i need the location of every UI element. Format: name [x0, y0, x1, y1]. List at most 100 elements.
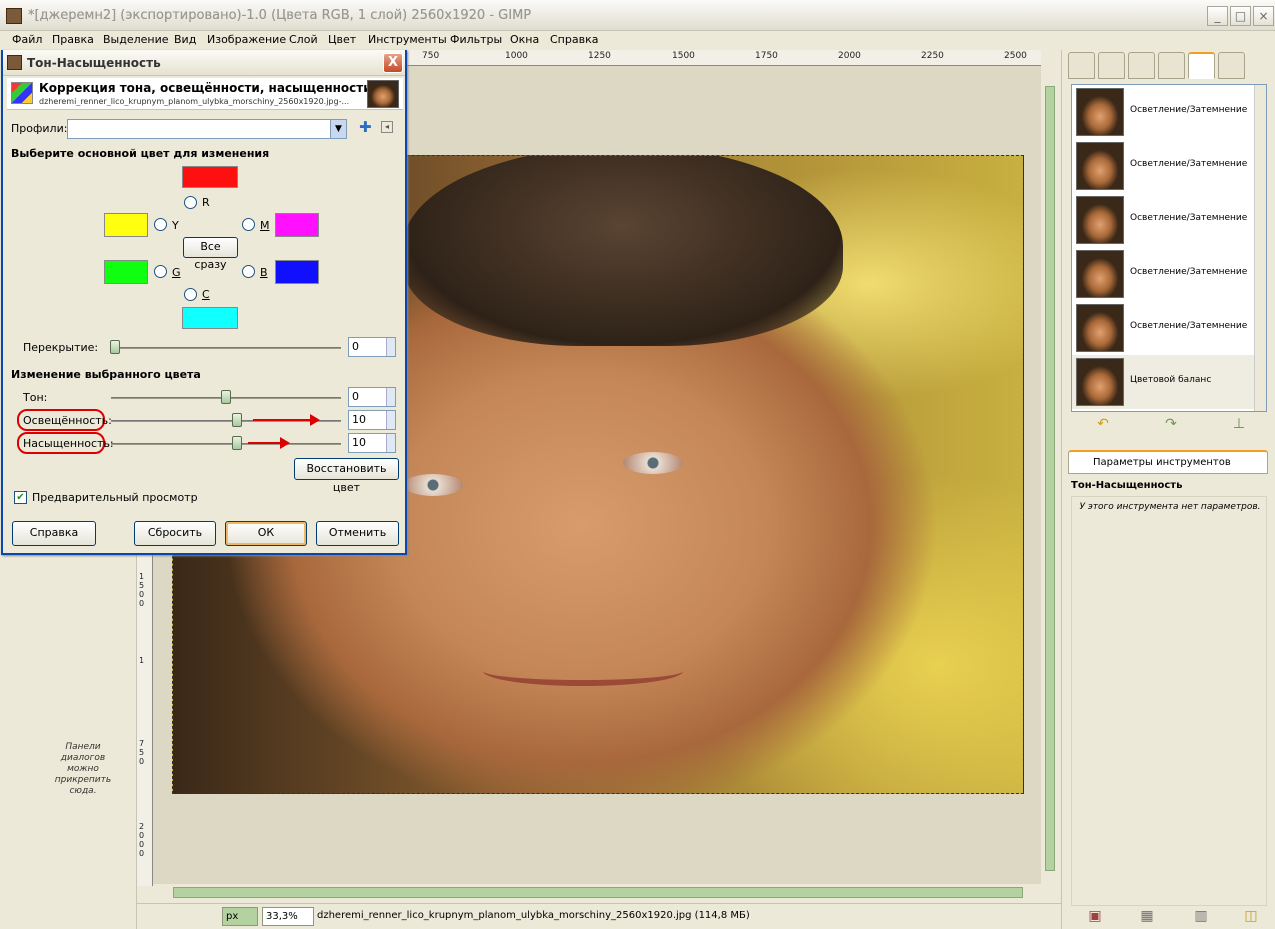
radio-magenta[interactable]	[242, 218, 255, 231]
saturation-slider[interactable]	[111, 443, 341, 445]
redo-icon[interactable]: ↷	[1161, 416, 1181, 432]
menu-help[interactable]: Справка	[550, 33, 598, 46]
history-item[interactable]: Осветление/Затемнение	[1072, 85, 1254, 139]
annotation-arrow	[248, 437, 290, 449]
history-item[interactable]: Осветление/Затемнение	[1072, 301, 1254, 355]
preview-checkbox[interactable]: ✔	[14, 491, 27, 504]
photo-left-eye	[403, 474, 463, 496]
ruler-tick-label: 1	[139, 572, 145, 581]
profiles-combo[interactable]: ▼	[67, 119, 347, 139]
zoom-field[interactable]: 33,3%	[262, 907, 314, 926]
history-item-label: Осветление/Затемнение	[1130, 159, 1248, 169]
history-thumbnail	[1076, 88, 1124, 136]
ruler-tick-label: 5	[139, 748, 145, 757]
radio-red[interactable]	[184, 196, 197, 209]
ruler-tick-label: 2	[139, 822, 145, 831]
overlap-slider-handle[interactable]	[110, 340, 120, 354]
hue-slider-handle[interactable]	[221, 390, 231, 404]
restore-options-icon[interactable]: ▦	[1137, 908, 1157, 924]
tab-layers-icon[interactable]	[1098, 52, 1125, 79]
history-list[interactable]: Осветление/Затемнение Осветление/Затемне…	[1071, 84, 1267, 412]
menu-view[interactable]: Вид	[174, 33, 196, 46]
radio-green[interactable]	[154, 265, 167, 278]
horizontal-scroll-thumb[interactable]	[173, 887, 1023, 898]
lightness-slider-handle[interactable]	[232, 413, 242, 427]
tab-history-icon[interactable]	[1188, 52, 1215, 79]
menu-layer[interactable]: Слой	[289, 33, 318, 46]
spin-arrows-icon[interactable]	[386, 388, 395, 406]
reset-button[interactable]: Сбросить	[134, 521, 216, 546]
hue-label: Тон:	[23, 391, 48, 404]
reset-options-icon[interactable]: ◫	[1241, 908, 1261, 924]
spin-arrows-icon[interactable]	[386, 434, 395, 452]
radio-cyan[interactable]	[184, 288, 197, 301]
clear-history-icon[interactable]: ⊥	[1229, 416, 1249, 432]
tool-options-tab[interactable]: Параметры инструментов	[1068, 450, 1268, 474]
lightness-label: Освещённость:	[23, 414, 112, 427]
help-button[interactable]: Справка	[12, 521, 96, 546]
saturation-spin[interactable]: 10	[348, 433, 396, 453]
history-buttons: ↶ ↷ ⊥	[1071, 416, 1267, 436]
hue-saturation-dialog: Тон-Насыщенность X Коррекция тона, освещ…	[1, 50, 407, 555]
menu-windows[interactable]: Окна	[510, 33, 539, 46]
spin-arrows-icon[interactable]	[386, 338, 395, 356]
radio-blue[interactable]	[242, 265, 255, 278]
menu-color[interactable]: Цвет	[328, 33, 356, 46]
close-window-button[interactable]: ×	[1253, 6, 1274, 26]
history-item[interactable]: Осветление/Затемнение	[1072, 193, 1254, 247]
photo-hair	[403, 156, 843, 346]
overlap-slider[interactable]	[111, 347, 341, 349]
overlap-spin[interactable]: 0	[348, 337, 396, 357]
saturation-label: Насыщенность:	[23, 437, 114, 450]
horizontal-scrollbar[interactable]	[153, 884, 1041, 901]
maximize-button[interactable]: □	[1230, 6, 1251, 26]
menu-edit[interactable]: Правка	[52, 33, 94, 46]
history-scrollbar[interactable]	[1254, 85, 1266, 411]
tab-paths-icon[interactable]	[1128, 52, 1155, 79]
menu-tools[interactable]: Инструменты	[368, 33, 447, 46]
spin-arrows-icon[interactable]	[386, 411, 395, 429]
vertical-scrollbar[interactable]	[1041, 66, 1059, 886]
ruler-tick-label: 1000	[505, 51, 528, 61]
radio-yellow[interactable]	[154, 218, 167, 231]
delete-options-icon[interactable]: ▥	[1191, 908, 1211, 924]
ruler-tick-label: 1250	[588, 51, 611, 61]
tab-brushes-icon[interactable]	[1218, 52, 1245, 79]
unit-selector[interactable]: px	[222, 907, 258, 926]
lightness-spin[interactable]: 10	[348, 410, 396, 430]
dialog-titlebar[interactable]: Тон-Насыщенность X	[3, 50, 405, 76]
hue-spin[interactable]: 0	[348, 387, 396, 407]
history-thumbnail	[1076, 250, 1124, 298]
select-color-heading: Выберите основной цвет для изменения	[11, 147, 270, 160]
ok-button[interactable]: ОК	[225, 521, 307, 546]
save-options-icon[interactable]: ▣	[1085, 908, 1105, 924]
menu-image[interactable]: Изображение	[207, 33, 286, 46]
history-item[interactable]: Осветление/Затемнение	[1072, 139, 1254, 193]
saturation-slider-handle[interactable]	[232, 436, 242, 450]
chevron-down-icon[interactable]: ▼	[330, 120, 346, 138]
swatch-magenta	[275, 213, 319, 237]
profile-menu-icon[interactable]: ◂	[381, 121, 393, 133]
tab-channels-icon[interactable]	[1158, 52, 1185, 79]
history-item-selected[interactable]: Цветовой баланс	[1072, 355, 1254, 409]
tool-options-panel: У этого инструмента нет параметров.	[1071, 496, 1267, 906]
vertical-scroll-thumb[interactable]	[1045, 86, 1055, 871]
minimize-button[interactable]: _	[1207, 6, 1228, 26]
menu-filters[interactable]: Фильтры	[450, 33, 502, 46]
menu-file[interactable]: Файл	[12, 33, 42, 46]
tab-info-icon[interactable]	[1068, 52, 1095, 79]
saturation-value: 10	[352, 436, 366, 449]
dialog-title: Тон-Насыщенность	[27, 56, 161, 70]
cancel-button[interactable]: Отменить	[316, 521, 399, 546]
all-colors-button[interactable]: Все сразу	[183, 237, 238, 271]
history-item[interactable]: Осветление/Затемнение	[1072, 247, 1254, 301]
menu-select[interactable]: Выделение	[103, 33, 169, 46]
add-profile-icon[interactable]: ✚	[359, 118, 372, 136]
undo-icon[interactable]: ↶	[1093, 416, 1113, 432]
dialog-close-button[interactable]: X	[383, 53, 403, 73]
reset-color-button[interactable]: Восстановить цвет	[294, 458, 399, 494]
menubar: Файл Правка Выделение Вид Изображение Сл…	[0, 31, 1275, 49]
overlap-label: Перекрытие:	[23, 341, 99, 354]
history-thumbnail	[1076, 142, 1124, 190]
ruler-tick-label: 0	[139, 840, 145, 849]
